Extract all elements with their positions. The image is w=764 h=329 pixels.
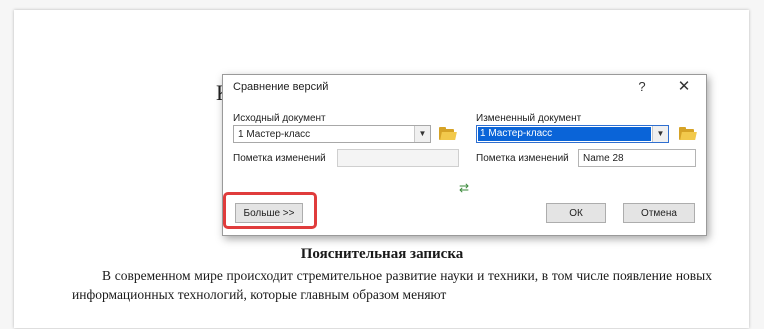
folder-open-icon[interactable] [439, 127, 457, 140]
close-button[interactable]: ✕ [673, 77, 695, 97]
original-document-label: Исходный документ [233, 113, 326, 124]
document-paragraph: В современном мире происходит стремитель… [72, 268, 712, 302]
chevron-down-icon[interactable]: ▼ [652, 126, 668, 142]
help-button[interactable]: ? [631, 77, 653, 97]
revised-mark-field[interactable]: Name 28 [578, 149, 696, 167]
revised-document-label: Измененный документ [476, 113, 582, 124]
chevron-down-icon[interactable]: ▼ [414, 126, 430, 142]
original-mark-label: Пометка изменений [233, 153, 326, 164]
original-document-value: 1 Мастер-класс [238, 129, 311, 140]
folder-open-icon[interactable] [679, 127, 697, 140]
original-document-select[interactable]: 1 Мастер-класс ▼ [233, 125, 431, 143]
more-button-highlight [223, 192, 317, 229]
swap-documents-icon[interactable]: ⇄ [459, 181, 469, 195]
ok-button[interactable]: ОК [546, 203, 606, 223]
revised-mark-label: Пометка изменений [476, 153, 569, 164]
document-heading: Пояснительная записка [300, 246, 464, 262]
cancel-button[interactable]: Отмена [623, 203, 695, 223]
revised-document-value: 1 Мастер-класс [480, 128, 553, 139]
revised-document-select[interactable]: 1 Мастер-класс ▼ [476, 125, 669, 143]
dialog-titlebar[interactable]: Сравнение версий ? ✕ [223, 75, 706, 99]
original-mark-field[interactable] [337, 149, 459, 167]
dialog-title: Сравнение версий [233, 81, 329, 93]
